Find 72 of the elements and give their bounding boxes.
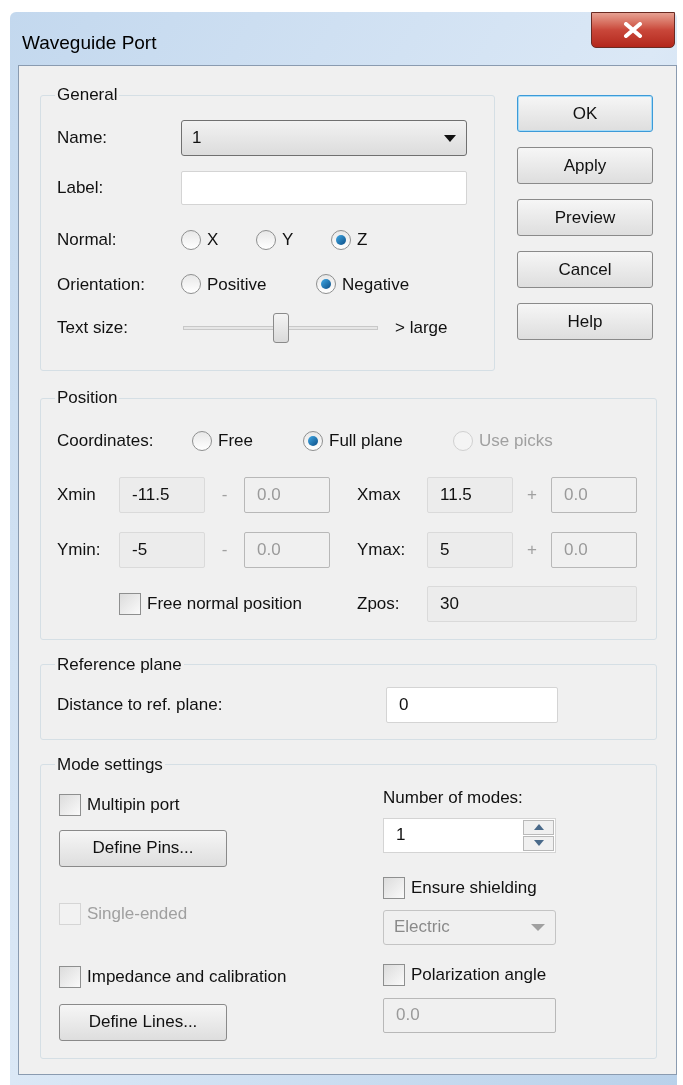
radio-label: Negative xyxy=(342,273,410,296)
radio-label: Positive xyxy=(207,273,267,296)
checkbox[interactable] xyxy=(59,965,81,988)
input-field[interactable] xyxy=(181,171,467,205)
spin-box[interactable]: 1 xyxy=(383,817,556,853)
input-field[interactable]: -11.5 xyxy=(119,476,205,513)
push-button[interactable]: Define Pins... xyxy=(59,829,227,867)
dropdown-arrow-icon xyxy=(444,134,456,142)
radio-label: Y xyxy=(282,229,294,251)
checkbox[interactable] xyxy=(383,963,405,986)
field-label: Xmax xyxy=(357,483,402,506)
radio-label: Full plane xyxy=(329,430,403,452)
radio-button[interactable] xyxy=(192,430,212,451)
radio-button[interactable] xyxy=(303,430,323,451)
group-title: Mode settings xyxy=(56,754,164,775)
minus-sign: - xyxy=(220,483,229,506)
field-label: Ymin: xyxy=(57,538,102,561)
field-label: Coordinates: xyxy=(57,430,155,452)
minus-sign: - xyxy=(220,538,229,561)
radio-label: Free xyxy=(218,430,253,452)
plus-sign: + xyxy=(526,483,538,506)
radio-button[interactable] xyxy=(256,229,276,250)
field-label: Name: xyxy=(57,127,109,150)
plus-sign: + xyxy=(526,538,538,561)
push-button[interactable]: Help xyxy=(517,303,653,340)
checkbox-label: Single-ended xyxy=(87,902,188,925)
field-label: Distance to ref. plane: xyxy=(57,693,224,716)
radio-label: Use picks xyxy=(479,430,553,452)
checkbox-label: Impedance and calibration xyxy=(87,965,287,988)
spin-down-icon[interactable] xyxy=(523,835,554,851)
field-label: Text size: xyxy=(57,317,129,340)
spin-up-icon[interactable] xyxy=(523,819,554,835)
field-label: Zpos: xyxy=(357,592,401,615)
group-title: Position xyxy=(56,388,119,408)
input-field[interactable]: 30 xyxy=(427,585,637,622)
push-button[interactable]: Apply xyxy=(517,147,653,184)
group-title: General xyxy=(56,85,119,105)
input-field[interactable]: 0 xyxy=(386,686,558,723)
field-label: Number of modes: xyxy=(383,787,524,808)
input-field[interactable]: 11.5 xyxy=(427,476,513,513)
radio-button[interactable] xyxy=(181,229,201,250)
checkbox[interactable] xyxy=(383,876,405,899)
checkbox[interactable] xyxy=(119,592,141,615)
close-button[interactable] xyxy=(591,12,675,48)
slider-caption: > large xyxy=(395,317,448,340)
radio-label: Z xyxy=(357,229,368,251)
checkbox-label: Multipin port xyxy=(87,793,180,816)
dropdown-arrow-icon xyxy=(531,923,545,931)
field-label: Label: xyxy=(57,177,105,200)
checkbox-label: Free normal position xyxy=(147,592,302,615)
field-label: Ymax: xyxy=(357,538,407,561)
field-label: Xmin xyxy=(57,483,97,506)
slider-thumb[interactable] xyxy=(272,313,289,343)
input-field[interactable]: 5 xyxy=(427,531,513,568)
group-title: Reference plane xyxy=(56,654,183,675)
checkbox-label: Polarization angle xyxy=(411,963,547,986)
checkbox[interactable] xyxy=(59,793,81,816)
field-label: Orientation: xyxy=(57,273,146,296)
field-label: Normal: xyxy=(57,229,118,251)
input-field[interactable]: -5 xyxy=(119,531,205,568)
radio-button[interactable] xyxy=(331,229,351,250)
radio-label: X xyxy=(207,229,219,251)
push-button[interactable]: Define Lines... xyxy=(59,1003,227,1041)
close-icon xyxy=(623,22,643,38)
push-button[interactable]: OK xyxy=(517,95,653,132)
checkbox-label: Ensure shielding xyxy=(411,876,537,899)
push-button[interactable]: Preview xyxy=(517,199,653,236)
push-button[interactable]: Cancel xyxy=(517,251,653,288)
window-title: Waveguide Port xyxy=(22,31,157,55)
radio-button[interactable] xyxy=(181,274,201,295)
name-dropdown[interactable]: 1 xyxy=(181,120,467,156)
radio-button[interactable] xyxy=(316,274,336,295)
